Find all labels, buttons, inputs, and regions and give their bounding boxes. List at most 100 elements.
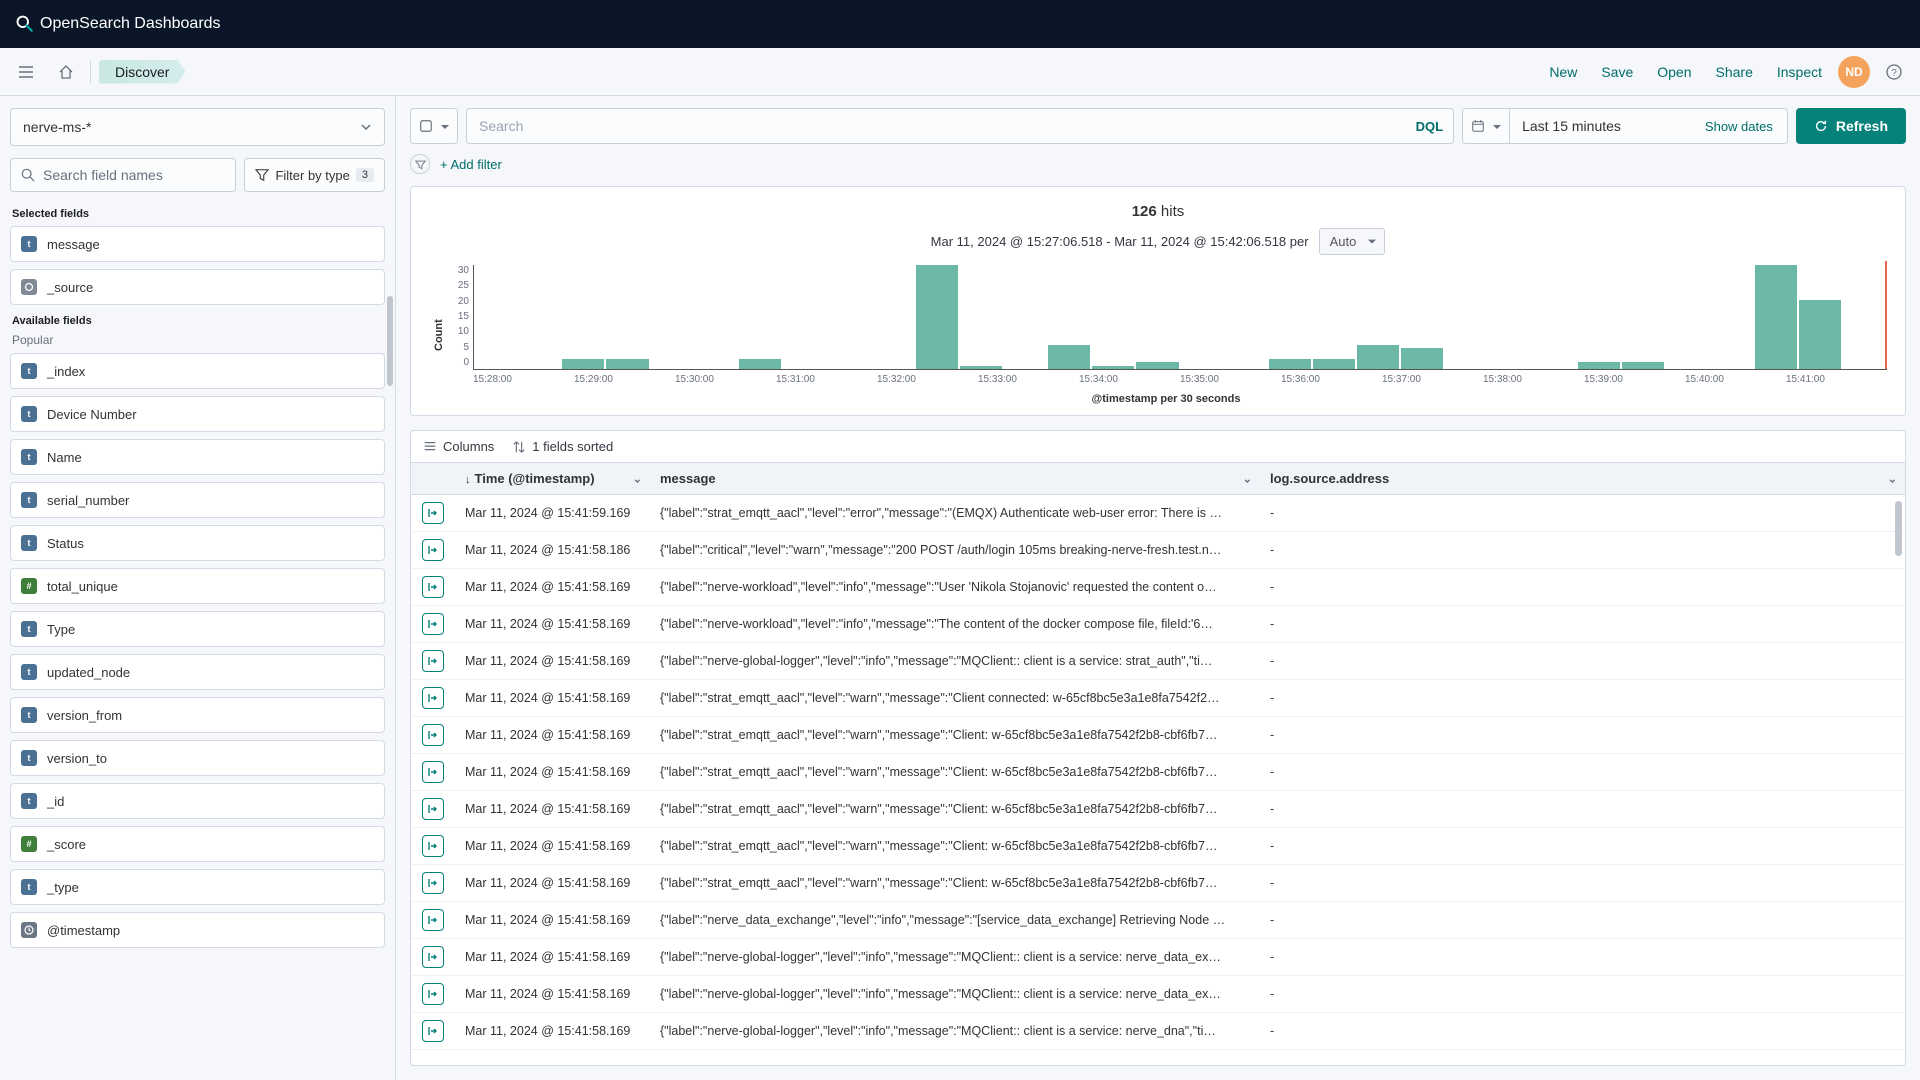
- sidebar-scrollbar[interactable]: [387, 296, 393, 386]
- expand-row-icon[interactable]: [422, 1020, 444, 1042]
- histogram-bar[interactable]: [1755, 265, 1797, 369]
- histogram-chart[interactable]: 302520151050: [445, 265, 1887, 370]
- expand-row-icon[interactable]: [422, 650, 444, 672]
- field-item[interactable]: t_id: [10, 783, 385, 819]
- expand-row-icon[interactable]: [422, 687, 444, 709]
- refresh-button[interactable]: Refresh: [1796, 108, 1906, 144]
- table-row[interactable]: Mar 11, 2024 @ 15:41:58.169 {"label":"ne…: [411, 606, 1905, 643]
- histogram-bar[interactable]: [1269, 359, 1311, 369]
- message-column-header[interactable]: message⌄: [650, 463, 1260, 495]
- histogram-bar[interactable]: [1136, 362, 1178, 369]
- address-cell: -: [1260, 976, 1905, 1013]
- interval-select[interactable]: Auto: [1319, 228, 1386, 255]
- histogram-bar[interactable]: [606, 359, 648, 369]
- help-icon[interactable]: ?: [1878, 56, 1910, 88]
- table-row[interactable]: Mar 11, 2024 @ 15:41:58.169 {"label":"ne…: [411, 643, 1905, 680]
- date-range-button[interactable]: Last 15 minutes: [1510, 109, 1691, 143]
- home-icon[interactable]: [50, 56, 82, 88]
- table-row[interactable]: Mar 11, 2024 @ 15:41:58.169 {"label":"st…: [411, 754, 1905, 791]
- avatar[interactable]: ND: [1838, 56, 1870, 88]
- expand-row-icon[interactable]: [422, 613, 444, 635]
- expand-row-icon[interactable]: [422, 835, 444, 857]
- filter-menu-toggle[interactable]: [410, 154, 430, 174]
- field-item[interactable]: tversion_to: [10, 740, 385, 776]
- table-row[interactable]: Mar 11, 2024 @ 15:41:58.169 {"label":"ne…: [411, 569, 1905, 606]
- index-pattern-select[interactable]: nerve-ms-*: [10, 108, 385, 146]
- histogram-bar[interactable]: [1048, 345, 1090, 369]
- date-quick-button[interactable]: [1463, 109, 1510, 143]
- histogram-bar[interactable]: [1578, 362, 1620, 369]
- histogram-bar[interactable]: [1401, 348, 1443, 369]
- expand-row-icon[interactable]: [422, 983, 444, 1005]
- table-row[interactable]: Mar 11, 2024 @ 15:41:58.169 {"label":"st…: [411, 791, 1905, 828]
- x-tick: 15:40:00: [1685, 374, 1786, 385]
- field-item[interactable]: t_index: [10, 353, 385, 389]
- histogram-bar[interactable]: [1622, 362, 1664, 369]
- column-menu-icon[interactable]: ⌄: [633, 472, 642, 485]
- address-column-header[interactable]: log.source.address⌄: [1260, 463, 1905, 495]
- expand-row-icon[interactable]: [422, 539, 444, 561]
- field-item[interactable]: tupdated_node: [10, 654, 385, 690]
- sort-button[interactable]: 1 fields sorted: [512, 439, 613, 454]
- expand-row-icon[interactable]: [422, 798, 444, 820]
- table-row[interactable]: Mar 11, 2024 @ 15:41:58.186 {"label":"cr…: [411, 532, 1905, 569]
- expand-row-icon[interactable]: [422, 946, 444, 968]
- field-item[interactable]: #_score: [10, 826, 385, 862]
- field-item[interactable]: tDevice Number: [10, 396, 385, 432]
- field-item[interactable]: t_type: [10, 869, 385, 905]
- inspect-button[interactable]: Inspect: [1769, 60, 1830, 84]
- save-button[interactable]: Save: [1593, 60, 1641, 84]
- expand-row-icon[interactable]: [422, 872, 444, 894]
- histogram-bar[interactable]: [960, 366, 1002, 369]
- histogram-bar[interactable]: [916, 265, 958, 369]
- table-row[interactable]: Mar 11, 2024 @ 15:41:58.169 {"label":"st…: [411, 828, 1905, 865]
- histogram-bar[interactable]: [1313, 359, 1355, 369]
- table-row[interactable]: Mar 11, 2024 @ 15:41:58.169 {"label":"ne…: [411, 1013, 1905, 1050]
- columns-button[interactable]: Columns: [423, 439, 494, 454]
- table-row[interactable]: Mar 11, 2024 @ 15:41:58.169 {"label":"st…: [411, 680, 1905, 717]
- share-button[interactable]: Share: [1708, 60, 1761, 84]
- table-row[interactable]: Mar 11, 2024 @ 15:41:59.169 {"label":"st…: [411, 495, 1905, 532]
- histogram-bar[interactable]: [739, 359, 781, 369]
- field-item[interactable]: _source: [10, 269, 385, 305]
- search-fields-input[interactable]: Search field names: [10, 158, 236, 192]
- add-filter-button[interactable]: + Add filter: [440, 157, 502, 172]
- time-cell: Mar 11, 2024 @ 15:41:58.169: [455, 680, 650, 717]
- field-item[interactable]: tversion_from: [10, 697, 385, 733]
- open-button[interactable]: Open: [1649, 60, 1699, 84]
- table-row[interactable]: Mar 11, 2024 @ 15:41:58.169 {"label":"ne…: [411, 939, 1905, 976]
- field-item[interactable]: tStatus: [10, 525, 385, 561]
- show-dates-button[interactable]: Show dates: [1691, 119, 1787, 134]
- table-scrollbar[interactable]: [1895, 501, 1902, 556]
- time-column-header[interactable]: ↓Time (@timestamp)⌄: [455, 463, 650, 495]
- histogram-bar[interactable]: [562, 359, 604, 369]
- menu-toggle-icon[interactable]: [10, 56, 42, 88]
- new-button[interactable]: New: [1541, 60, 1585, 84]
- table-row[interactable]: Mar 11, 2024 @ 15:41:58.169 {"label":"st…: [411, 717, 1905, 754]
- expand-row-icon[interactable]: [422, 502, 444, 524]
- field-item[interactable]: tName: [10, 439, 385, 475]
- field-item[interactable]: #total_unique: [10, 568, 385, 604]
- field-item[interactable]: tmessage: [10, 226, 385, 262]
- breadcrumb[interactable]: Discover: [99, 60, 185, 84]
- expand-row-icon[interactable]: [422, 724, 444, 746]
- expand-row-icon[interactable]: [422, 761, 444, 783]
- column-menu-icon[interactable]: ⌄: [1888, 472, 1897, 485]
- histogram-bar[interactable]: [1092, 366, 1134, 369]
- histogram-bar[interactable]: [1357, 345, 1399, 369]
- field-item[interactable]: tserial_number: [10, 482, 385, 518]
- dql-badge[interactable]: DQL: [1416, 119, 1443, 134]
- expand-row-icon[interactable]: [422, 576, 444, 598]
- table-row[interactable]: Mar 11, 2024 @ 15:41:58.169 {"label":"ne…: [411, 976, 1905, 1013]
- field-item[interactable]: @timestamp: [10, 912, 385, 948]
- table-row[interactable]: Mar 11, 2024 @ 15:41:58.169 {"label":"ne…: [411, 902, 1905, 939]
- table-row[interactable]: Mar 11, 2024 @ 15:41:58.169 {"label":"st…: [411, 865, 1905, 902]
- search-input[interactable]: Search DQL: [466, 108, 1454, 144]
- column-menu-icon[interactable]: ⌄: [1243, 472, 1252, 485]
- brand-logo[interactable]: OpenSearch Dashboards: [16, 15, 221, 33]
- query-options-button[interactable]: [410, 108, 458, 144]
- field-item[interactable]: tType: [10, 611, 385, 647]
- histogram-bar[interactable]: [1799, 300, 1841, 369]
- filter-by-type-button[interactable]: Filter by type 3: [244, 158, 385, 192]
- expand-row-icon[interactable]: [422, 909, 444, 931]
